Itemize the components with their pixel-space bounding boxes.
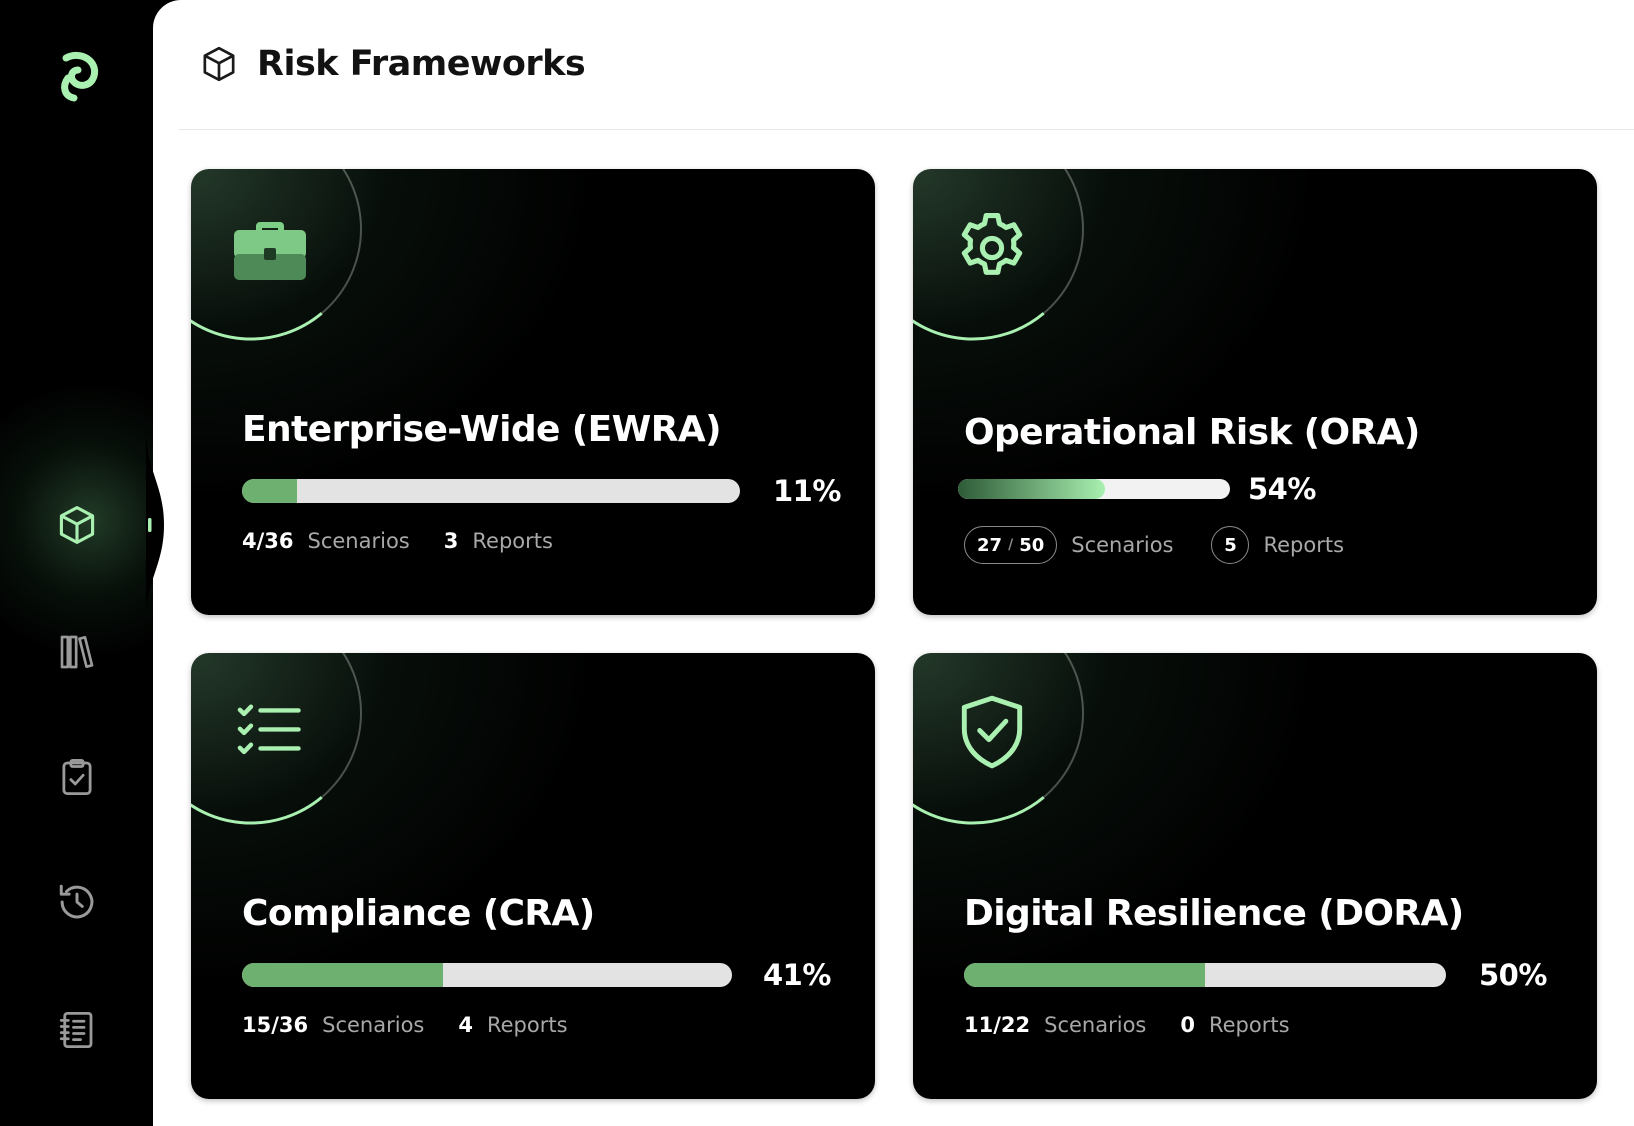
- card-title: Digital Resilience (DORA): [964, 893, 1464, 934]
- scenarios-label: Scenarios: [322, 1013, 425, 1037]
- progress-percent: 50%: [1479, 958, 1547, 992]
- progress-bar-fill: [242, 963, 443, 987]
- progress-bar: [242, 963, 732, 987]
- scenarios-label: Scenarios: [1071, 533, 1174, 557]
- cube-icon: [59, 506, 95, 544]
- reports-count: 3: [443, 529, 459, 553]
- progress-bar: [242, 479, 740, 503]
- progress-percent: 54%: [1248, 472, 1316, 506]
- reports-label: Reports: [1263, 533, 1345, 557]
- card-title: Compliance (CRA): [242, 893, 595, 934]
- briefcase-icon: [229, 207, 311, 289]
- reports-label: Reports: [472, 529, 553, 553]
- progress-bar-fill: [964, 963, 1205, 987]
- progress-percent: 41%: [763, 958, 831, 992]
- progress-percent: 11%: [773, 474, 841, 508]
- cube-icon: [203, 46, 235, 82]
- reports-count: 0: [1180, 1013, 1195, 1037]
- progress-bar: [958, 479, 1230, 499]
- reports-label: Reports: [486, 1013, 568, 1037]
- card-title: Enterprise-Wide (EWRA): [242, 409, 722, 450]
- shield-check-icon: [951, 691, 1033, 773]
- checklist-icon: [229, 691, 311, 773]
- card-stats: 15/36 Scenarios 4 Reports: [242, 1013, 568, 1037]
- card-stats: 11/22 Scenarios 0 Reports: [964, 1013, 1290, 1037]
- sidebar: [0, 0, 240, 1126]
- sidebar-item-frameworks[interactable]: [50, 498, 104, 552]
- framework-card-ora[interactable]: Operational Risk (ORA) 54% 27 / 50 Scena…: [913, 169, 1597, 615]
- notebook-icon: [59, 1011, 93, 1049]
- history-icon: [59, 884, 94, 919]
- framework-card-ewra[interactable]: Enterprise-Wide (EWRA) 11% 4/36 Scenario…: [191, 169, 875, 615]
- card-stats: 4/36 Scenarios 3 Reports: [242, 529, 553, 553]
- framework-card-dora[interactable]: Digital Resilience (DORA) 50% 11/22 Scen…: [913, 653, 1597, 1099]
- reports-count: 5: [1211, 526, 1250, 564]
- sidebar-item-reports[interactable]: [50, 1003, 104, 1057]
- scenarios-count: 4/36: [242, 529, 294, 553]
- sidebar-item-library[interactable]: [50, 625, 104, 679]
- scenarios-label: Scenarios: [307, 529, 410, 553]
- brand-logo[interactable]: [52, 48, 102, 104]
- scenarios-count: 11/22: [964, 1013, 1031, 1037]
- sidebar-item-history[interactable]: [50, 875, 104, 929]
- sidebar-item-tasks[interactable]: [50, 750, 104, 804]
- reports-count: 4: [458, 1013, 473, 1037]
- progress-bar-fill: [958, 479, 1105, 499]
- gear-icon: [951, 207, 1033, 289]
- progress-bar-fill: [242, 479, 297, 503]
- main-content: Risk Frameworks Enterprise-Wide (EWRA) 1…: [153, 0, 1634, 1126]
- page-title: Risk Frameworks: [257, 44, 586, 84]
- reports-label: Reports: [1208, 1013, 1290, 1037]
- scenarios-count: 27 / 50: [964, 526, 1058, 564]
- scenarios-count: 15/36: [242, 1013, 309, 1037]
- header-divider: [179, 129, 1634, 130]
- clipboard-check-icon: [62, 758, 92, 796]
- page-header: Risk Frameworks: [199, 38, 586, 90]
- card-title: Operational Risk (ORA): [964, 412, 1420, 453]
- scenarios-label: Scenarios: [1044, 1013, 1147, 1037]
- progress-bar: [964, 963, 1446, 987]
- books-icon: [60, 635, 94, 669]
- card-stats: 27 / 50 Scenarios 5 Reports: [964, 526, 1344, 564]
- framework-card-cra[interactable]: Compliance (CRA) 41% 15/36 Scenarios 4 R…: [191, 653, 875, 1099]
